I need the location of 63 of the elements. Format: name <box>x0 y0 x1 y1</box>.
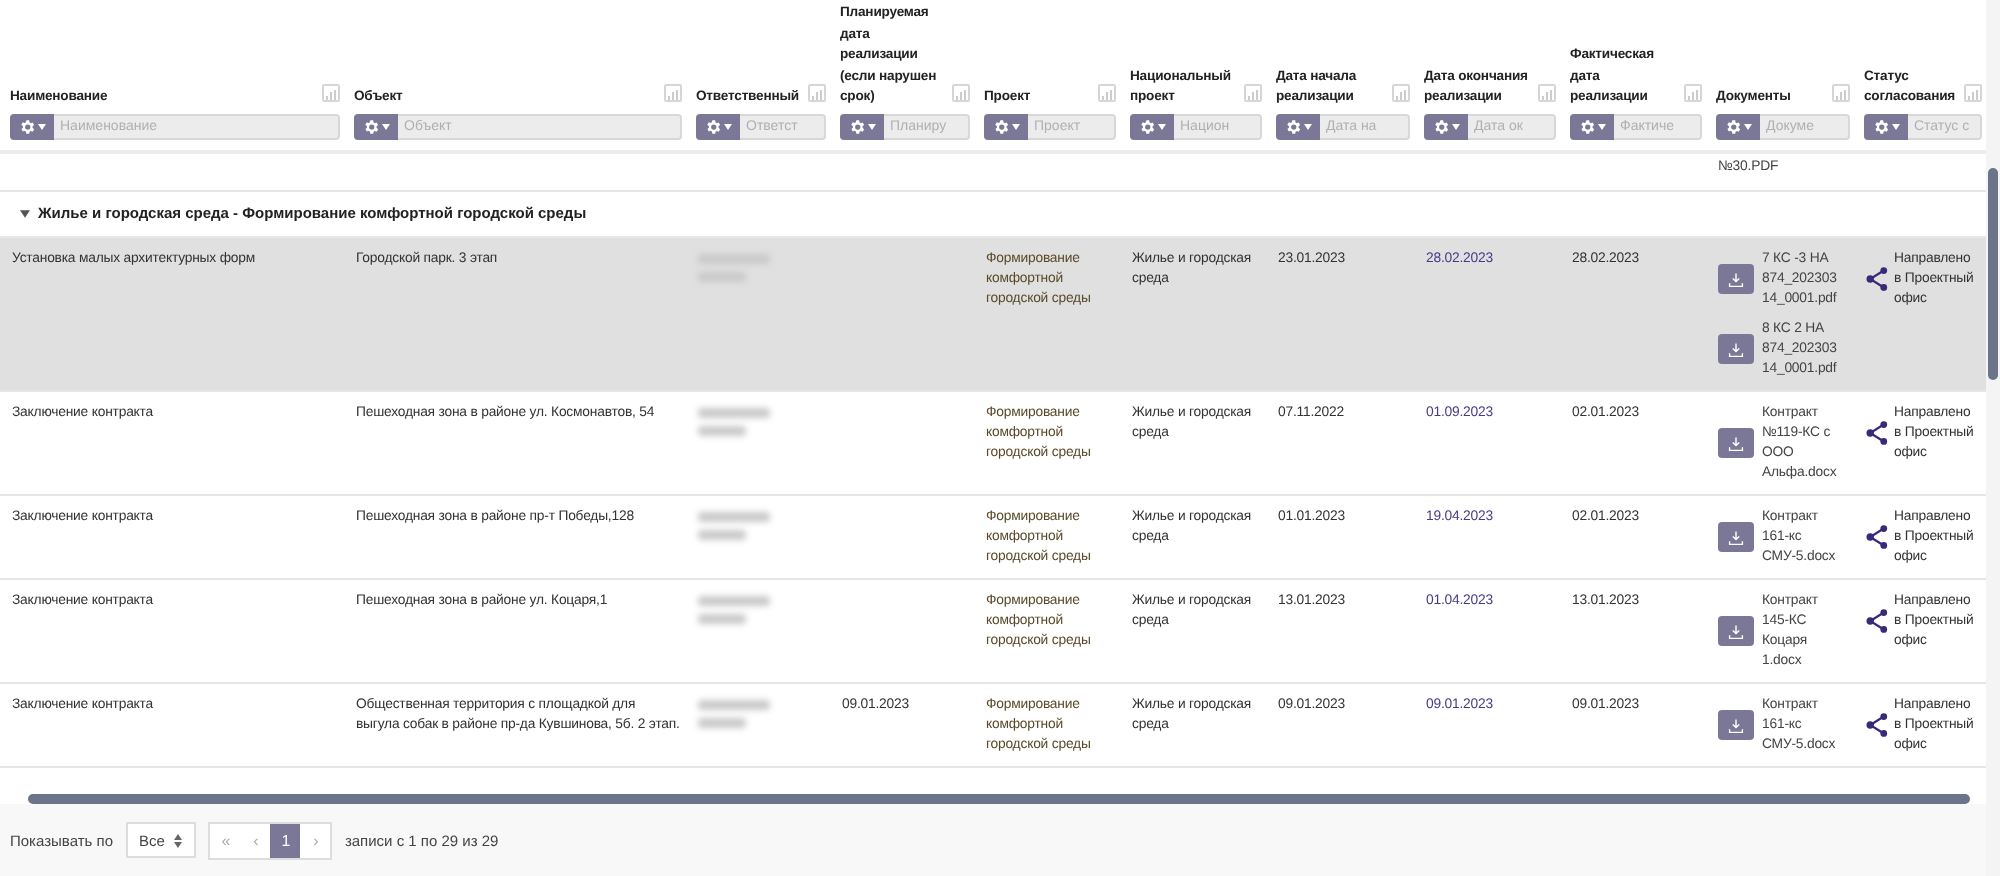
blurred-text-drawing <box>698 699 770 727</box>
download-icon <box>1728 717 1744 733</box>
filter-menu-button[interactable] <box>1864 113 1908 139</box>
caret-icon <box>868 123 876 129</box>
share-icon[interactable] <box>1866 266 1888 292</box>
caret-icon <box>1012 123 1020 129</box>
caret-icon <box>724 123 732 129</box>
filter-menu-button[interactable] <box>1276 113 1320 139</box>
gear-icon <box>704 117 722 135</box>
gear-icon <box>1138 117 1156 135</box>
gear-icon <box>1872 117 1890 135</box>
share-icon[interactable] <box>1866 524 1888 550</box>
caret-icon <box>1304 123 1312 129</box>
page-button[interactable]: 1 <box>270 823 301 857</box>
download-button[interactable] <box>1718 334 1754 364</box>
gear-icon <box>848 117 866 135</box>
table-row[interactable] <box>0 390 1986 494</box>
filter-menu-button[interactable] <box>840 113 884 139</box>
caret-icon[interactable] <box>20 209 30 217</box>
share-icon[interactable] <box>1866 420 1888 446</box>
caret-icon <box>1158 123 1166 129</box>
blurred-text-drawing <box>698 407 770 435</box>
blurred-text-drawing <box>698 595 770 623</box>
download-button[interactable] <box>1718 616 1754 646</box>
filter-menu-button[interactable] <box>984 113 1028 139</box>
table-row[interactable] <box>0 682 1986 766</box>
table-row[interactable] <box>0 578 1986 682</box>
filter-menu-button[interactable] <box>1424 113 1468 139</box>
gear-icon <box>992 117 1010 135</box>
download-button[interactable] <box>1718 522 1754 552</box>
gear-icon <box>1284 117 1302 135</box>
gear-icon <box>1578 117 1596 135</box>
caret-icon <box>1598 123 1606 129</box>
gear-icon <box>1432 117 1450 135</box>
download-icon <box>1728 529 1744 545</box>
download-button[interactable] <box>1718 710 1754 740</box>
blurred-text-drawing <box>698 511 770 539</box>
filter-menu-button[interactable] <box>1716 113 1760 139</box>
vertical-scrollbar[interactable] <box>1988 168 1998 380</box>
download-icon <box>1728 271 1744 287</box>
sort-arrows-icon <box>174 833 183 847</box>
share-icon[interactable] <box>1866 608 1888 634</box>
gear-icon <box>1724 117 1742 135</box>
download-icon <box>1728 341 1744 357</box>
caret-icon <box>382 123 390 129</box>
share-icon[interactable] <box>1866 712 1888 738</box>
caret-icon <box>1452 123 1460 129</box>
filter-menu-button[interactable] <box>696 113 740 139</box>
gear-icon <box>362 117 380 135</box>
filter-menu-button[interactable] <box>1570 113 1614 139</box>
gear-icon <box>18 117 36 135</box>
caret-icon <box>1744 123 1752 129</box>
filter-menu-button[interactable] <box>1130 113 1174 139</box>
table-row[interactable] <box>0 494 1986 578</box>
horizontal-scrollbar[interactable] <box>28 794 1970 804</box>
caret-icon <box>1892 123 1900 129</box>
caret-icon <box>38 123 46 129</box>
download-button[interactable] <box>1718 428 1754 458</box>
download-icon <box>1728 435 1744 451</box>
filter-menu-button[interactable] <box>354 113 398 139</box>
download-button[interactable] <box>1718 264 1754 294</box>
download-icon <box>1728 623 1744 639</box>
filter-menu-button[interactable] <box>10 113 54 139</box>
